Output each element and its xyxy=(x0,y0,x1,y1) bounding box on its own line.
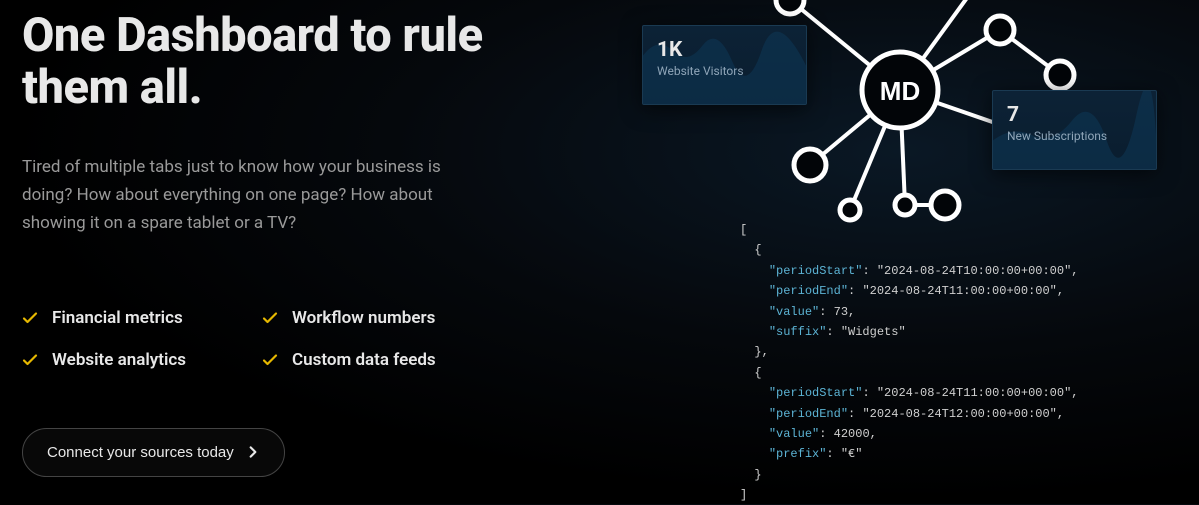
connect-sources-button[interactable]: Connect your sources today xyxy=(22,428,285,477)
feature-label: Custom data feeds xyxy=(292,350,436,370)
feature-label: Financial metrics xyxy=(52,308,183,328)
hero-visualization: MD 1K Website Visitors 7 New Subscriptio… xyxy=(600,0,1199,504)
logo-text: MD xyxy=(880,76,920,106)
stat-card-visitors: 1K Website Visitors xyxy=(642,25,807,105)
feature-item: Workflow numbers xyxy=(262,308,502,328)
stat-value: 7 xyxy=(1007,103,1142,127)
hero-description: Tired of multiple tabs just to know how … xyxy=(22,153,492,237)
stat-card-subscriptions: 7 New Subscriptions xyxy=(992,90,1157,170)
cta-label: Connect your sources today xyxy=(47,444,234,461)
check-icon xyxy=(262,310,278,326)
feature-item: Custom data feeds xyxy=(262,350,502,370)
stat-label: New Subscriptions xyxy=(1007,129,1142,143)
feature-label: Workflow numbers xyxy=(292,308,435,328)
stat-label: Website Visitors xyxy=(657,64,792,78)
feature-item: Website analytics xyxy=(22,350,262,370)
chevron-right-icon xyxy=(246,445,260,459)
stat-value: 1K xyxy=(657,38,792,62)
code-sample: [ { "periodStart": "2024-08-24T10:00:00+… xyxy=(740,220,1140,505)
check-icon xyxy=(22,310,38,326)
check-icon xyxy=(262,352,278,368)
feature-label: Website analytics xyxy=(52,350,186,370)
feature-list: Financial metrics Workflow numbers Websi… xyxy=(22,308,562,370)
hero-title: One Dashboard to rule them all. xyxy=(22,10,562,113)
feature-item: Financial metrics xyxy=(22,308,262,328)
check-icon xyxy=(22,352,38,368)
